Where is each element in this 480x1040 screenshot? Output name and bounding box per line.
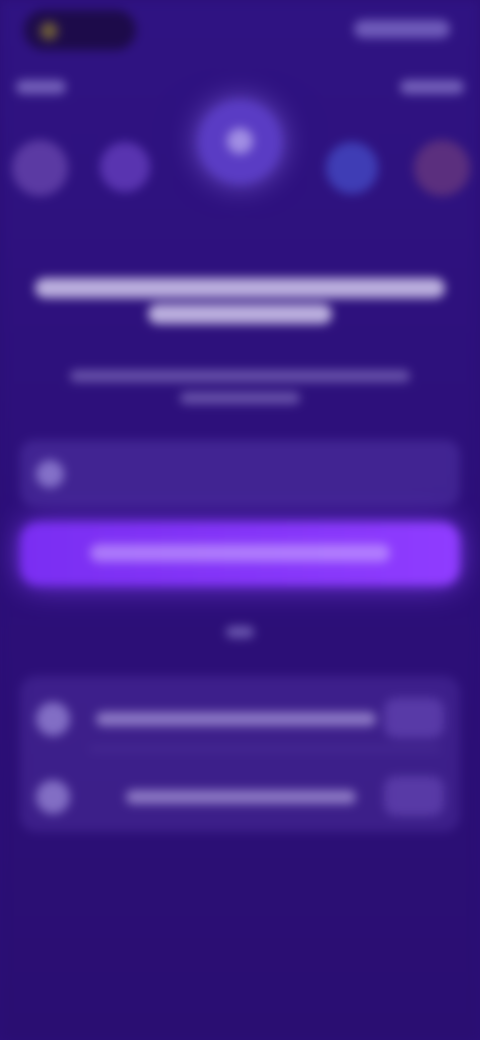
avatar: [326, 142, 378, 194]
nav-action-button[interactable]: [400, 80, 464, 94]
page-subtitle-line: [70, 370, 410, 382]
list-item-action-button[interactable]: [384, 776, 444, 816]
divider-label: [226, 626, 254, 638]
input-field[interactable]: [20, 440, 460, 506]
list-item-icon: [36, 702, 70, 736]
list-item-icon: [36, 780, 70, 814]
avatar: [12, 140, 68, 196]
list-divider: [90, 748, 440, 750]
avatar: [414, 140, 470, 196]
avatar: [100, 142, 150, 192]
list-item-action-button[interactable]: [384, 698, 444, 738]
primary-button-label: [90, 544, 390, 562]
page-subtitle-line: [180, 392, 300, 404]
page-title: [24, 272, 456, 330]
status-icons: [354, 20, 450, 38]
avatar-icon: [227, 128, 253, 154]
app-screen: [0, 0, 480, 1040]
list-item[interactable]: [30, 766, 450, 828]
list-item[interactable]: [30, 688, 450, 750]
nav-back-button[interactable]: [16, 80, 66, 94]
camera-indicator-icon: [40, 22, 58, 40]
page-title-line: [35, 278, 445, 298]
page-title-line: [148, 304, 332, 324]
list-item-label: [96, 712, 376, 726]
page-subtitle: [40, 360, 440, 414]
status-bar: [0, 0, 480, 60]
list-item-label: [126, 790, 356, 804]
avatar-row: [0, 100, 480, 220]
input-icon: [36, 460, 64, 488]
